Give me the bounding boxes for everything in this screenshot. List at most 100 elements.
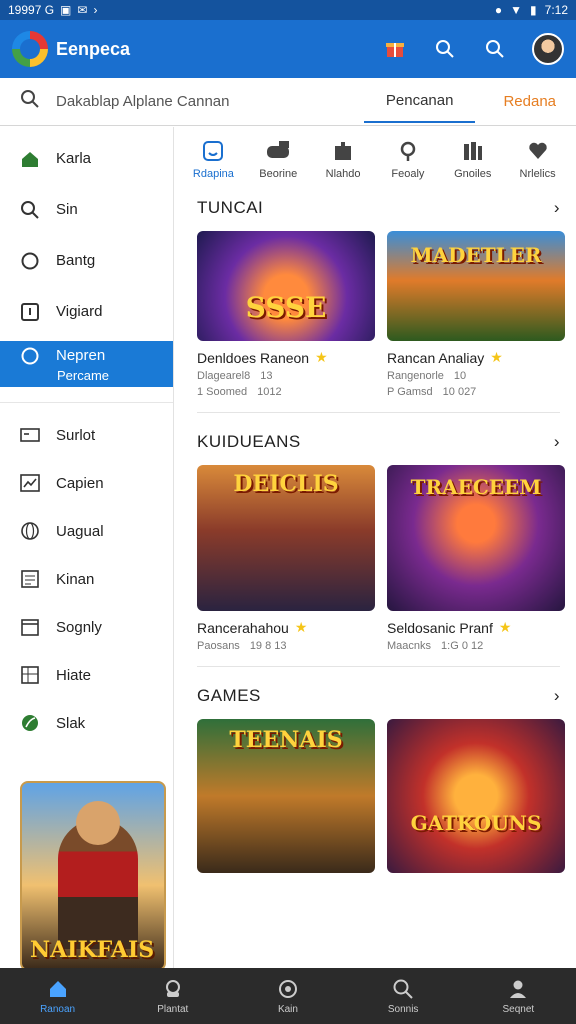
sidebar-item-label: Slak [56, 714, 86, 732]
game-name: Seldosanic Pranf [387, 619, 493, 636]
face-icon [203, 141, 224, 161]
document-icon [21, 570, 39, 588]
nav-sonnis[interactable]: Sonnis [363, 978, 443, 1015]
nav-label: Kain [277, 1003, 298, 1015]
nav-kain[interactable]: Kain [248, 978, 328, 1015]
image-icon: ▣ [60, 3, 72, 17]
game-name: Denldoes Raneon [197, 349, 310, 366]
section-title: GAMES [197, 686, 261, 705]
tab-pencanan[interactable]: Pencanan [363, 80, 476, 123]
tab-gnoiles[interactable]: Gnoiles [441, 140, 505, 180]
nav-label: Ranoan [40, 1003, 76, 1015]
nav-seqnet[interactable]: Seqnet [478, 978, 558, 1015]
tab-label: Nlahdo [325, 168, 361, 180]
nav-ranoan[interactable]: Ranoan [18, 978, 98, 1015]
app-logo[interactable] [12, 31, 48, 67]
sidebar-item-label: Bantg [56, 252, 96, 269]
search-icon[interactable] [432, 36, 458, 62]
game-meta: 10 [453, 370, 467, 382]
tab-nrlelics[interactable]: Nrlelics [506, 140, 570, 180]
circle-icon [21, 252, 39, 269]
app-title: Eenpeca [56, 38, 131, 59]
tab-redana[interactable]: Redana [503, 81, 556, 122]
sidebar-item-vigiard[interactable]: Vigiard [0, 286, 173, 337]
app-bar: Eenpeca [0, 20, 576, 78]
search-input[interactable]: Dakablap Alplane Cannan [56, 93, 336, 110]
chevron-right-icon[interactable]: › [554, 432, 560, 452]
tab-feoaly[interactable]: Feoaly [376, 140, 440, 180]
chart-icon [20, 474, 40, 492]
search-icon[interactable] [482, 36, 508, 62]
sidebar-item-label: Surlot [56, 426, 96, 444]
controller-icon [165, 979, 180, 997]
star-icon: ★ [498, 619, 512, 635]
game-card[interactable]: DEICLIS Rancerahahou ★ Paosans 19 8 13 [197, 465, 375, 652]
sidebar-item-slak[interactable]: Slak [0, 699, 173, 747]
globe-icon [21, 522, 39, 540]
sidebar-item-label: Capien [56, 474, 104, 492]
sidebar-item-nepren[interactable]: Nepren Percame [0, 341, 173, 387]
home-icon [22, 151, 38, 167]
game-name: Rancerahahou [197, 619, 289, 636]
tab-label: Beorine [259, 168, 298, 180]
sidebar-item-bantg[interactable]: Bantg [0, 235, 173, 286]
game-card[interactable]: GATKOUNS [387, 719, 565, 873]
sidebar-item-label: Sin [56, 201, 78, 218]
sidebar-item-sognly[interactable]: Sognly [0, 603, 173, 651]
game-meta: 13 [260, 370, 273, 382]
gift-icon[interactable] [382, 36, 408, 62]
sidebar-item-capien[interactable]: Capien [0, 459, 173, 507]
sidebar-item-label: Kinan [56, 570, 95, 588]
game-card[interactable]: MADETLER Rancan Analiay ★ Rangenorle 10 P … [387, 231, 565, 398]
game-meta: P Gamsd [387, 386, 433, 398]
chevron-right-icon[interactable]: › [554, 686, 560, 706]
game-meta: 19 8 13 [249, 640, 287, 652]
sidebar-item-label: Nepren [56, 347, 106, 364]
game-card[interactable]: TEENAIS [197, 719, 375, 873]
thumbnail-title: GATKOUNS [410, 811, 542, 835]
promo-banner[interactable]: NAIKFAIS [20, 781, 166, 971]
section-title: TUNCAI [197, 198, 264, 217]
sidebar-item-uagual[interactable]: Uagual [0, 507, 173, 555]
game-card[interactable]: TRAECEEM Seldosanic Pranf ★ Maacnks 1:G 0 … [387, 465, 565, 652]
tab-rdapina[interactable]: Rdapina [181, 140, 245, 180]
tab-beorine[interactable]: Beorine [246, 140, 310, 180]
thumbnail-title: MADETLER [410, 243, 542, 267]
status-bar: 19997 G ▣ ✉ › ● ▼ ▮ 7:12 [0, 0, 576, 20]
chevron-right-icon[interactable]: › [554, 198, 560, 218]
nav-plantat[interactable]: Plantat [133, 978, 213, 1015]
battery-icon: ▮ [530, 3, 537, 17]
game-meta: 1012 [257, 386, 282, 398]
star-icon: ★ [490, 349, 503, 365]
sidebar-item-surlot[interactable]: Surlot [0, 411, 173, 459]
search-icon [393, 979, 413, 999]
sidebar-item-label: Hiate [56, 666, 92, 684]
arrow-icon: › [93, 3, 98, 17]
avatar[interactable] [532, 33, 564, 65]
sidebar-item-kinan[interactable]: Kinan [0, 555, 173, 603]
calendar-icon [21, 619, 39, 636]
controller-icon [267, 141, 290, 158]
thumbnail-title: DEICLIS [233, 471, 339, 497]
tab-label: Nrlelics [519, 168, 556, 180]
game-meta: Rangenorle [387, 370, 444, 382]
sidebar-item-label: Sognly [56, 618, 102, 636]
game-thumbnail: GATKOUNS [387, 719, 565, 873]
game-meta: Paosans [197, 640, 240, 652]
game-card[interactable]: SSSE Denldoes Raneon ★ Dlagearel8 13 1 Soo… [197, 231, 375, 398]
sidebar-item-sin[interactable]: Sin [0, 184, 173, 235]
tab-nlahdo[interactable]: Nlahdo [311, 140, 375, 180]
section-kuidueans: KUIDUEANS › DEICLIS Rancerahahou ★ Paosan… [197, 427, 565, 667]
sidebar-item-hiate[interactable]: Hiate [0, 651, 173, 699]
sidebar-item-karla[interactable]: Karla [0, 133, 173, 184]
game-thumbnail: TRAECEEM [387, 465, 565, 611]
sidebar-item-label: Karla [56, 150, 92, 167]
search-icon [21, 200, 39, 219]
game-name: Rancan Analiay [387, 349, 485, 366]
pin-icon [400, 141, 416, 161]
game-thumbnail: MADETLER [387, 231, 565, 341]
game-meta: 1:G 0 12 [441, 640, 484, 652]
thumbnail-title: TRAECEEM [410, 475, 542, 499]
thumbnail-title: SSSE [245, 291, 327, 324]
nav-label: Plantat [157, 1003, 189, 1015]
